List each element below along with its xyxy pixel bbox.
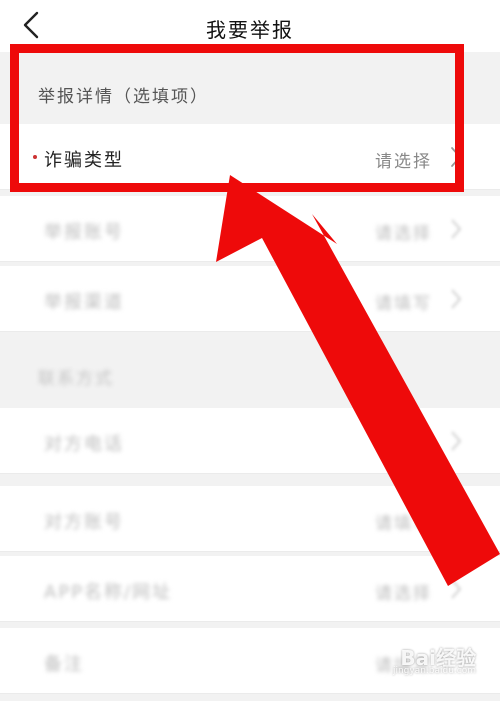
row-value: 请填写 [375,514,432,534]
row-label: APP名称/网址 [44,582,173,603]
section-header-detail: 举报详情（选填项） [0,60,500,124]
row-report-account[interactable]: 举报账号 请选择 [0,196,500,262]
row-value: 请选择 [375,152,432,172]
row-other-phone[interactable]: 对方电话 [0,408,500,474]
chevron-right-icon [451,579,462,599]
header-bar: 我要举报 [0,0,500,52]
chevron-right-icon [451,219,462,239]
row-other-account[interactable]: 对方账号 请填写 [0,486,500,552]
row-label: 备注 [44,654,84,675]
section-header-contact: 联系方式 [0,336,500,408]
row-label: 举报渠道 [44,292,124,313]
row-label: 诈骗类型 [44,150,124,171]
row-label: 对方电话 [44,434,124,455]
chevron-right-icon [451,509,462,529]
required-dot [33,155,37,159]
watermark-url: jingyan.baidu.com [392,666,476,676]
row-report-channel[interactable]: 举报渠道 请填写 [0,266,500,332]
chevron-right-icon [451,147,462,167]
row-app-name[interactable]: APP名称/网址 请选择 [0,556,500,622]
row-label: 举报账号 [44,222,124,243]
row-value: 请填写 [375,294,432,314]
row-value: 请选择 [375,584,432,604]
row-label: 对方账号 [44,512,124,533]
section-title-detail: 举报详情（选填项） [38,87,209,107]
row-fraud-type[interactable]: 诈骗类型 请选择 [0,124,500,190]
section-title-contact: 联系方式 [38,369,114,389]
chevron-right-icon [451,289,462,309]
chevron-right-icon [451,431,462,451]
watermark: Bai经验 jingyan.baidu.com [393,642,476,676]
page-title: 我要举报 [206,18,294,42]
row-value: 请选择 [375,224,432,244]
